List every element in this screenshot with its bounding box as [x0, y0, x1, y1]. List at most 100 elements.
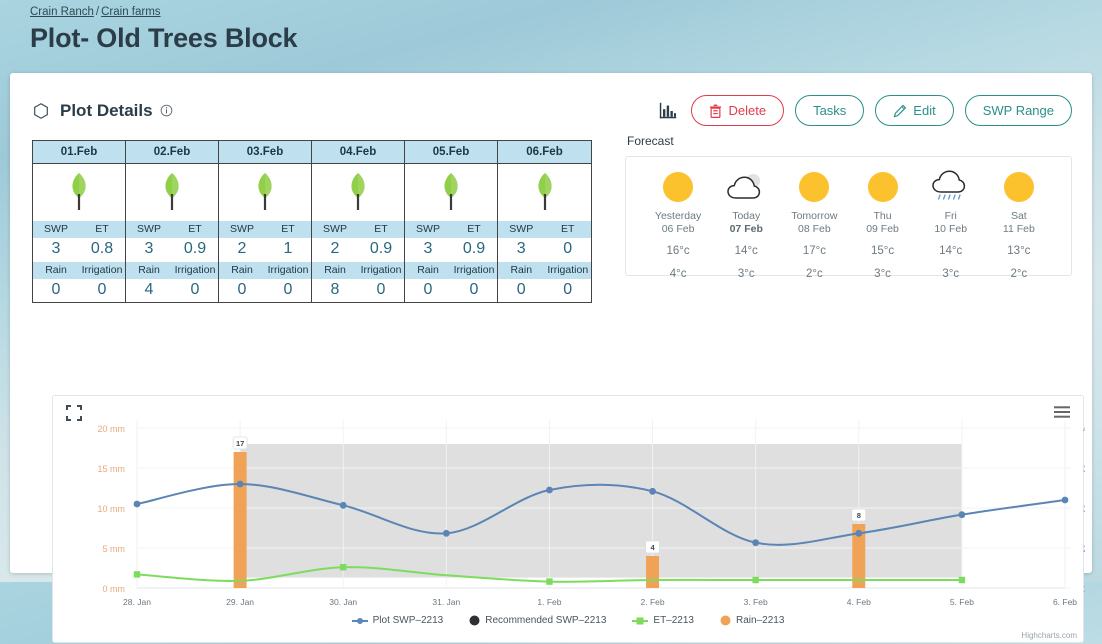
- daily-date: 01.Feb: [33, 141, 125, 164]
- chart-series-et-point: [752, 576, 759, 584]
- swp-range-button-label: SWP Range: [982, 103, 1054, 118]
- irrigation-label: Irrigation: [81, 264, 123, 276]
- et-label: ET: [374, 223, 388, 235]
- rain-irrigation-labels: Rain Irrigation: [219, 261, 311, 279]
- chart-ytick-right: 3 bar: [1083, 504, 1085, 514]
- daily-column: 06.Feb SWP ET 3 0 Rain Irrigation 0 0: [498, 141, 591, 302]
- et-value: 0.9: [183, 240, 207, 257]
- chart-ytick-left: 15 mm: [97, 464, 125, 474]
- card-header: Plot Details Delete Tasks Edit SWP Range: [10, 73, 1092, 126]
- legend-item[interactable]: Rain–2213: [720, 615, 784, 626]
- card-title: Plot Details: [60, 100, 153, 120]
- forecast-day-name: Tomorrow 08 Feb: [783, 210, 845, 236]
- chart-xtick: 30. Jan: [329, 597, 357, 607]
- breadcrumb: Crain Ranch / Crain farms: [30, 6, 1102, 18]
- forecast-low-temp: 3°c: [737, 268, 755, 281]
- forecast-low-temp: 4°c: [669, 268, 687, 281]
- et-label: ET: [561, 223, 575, 235]
- page-header: Crain Ranch / Crain farms Plot- Old Trees …: [0, 0, 1102, 56]
- tree-health-icon: [33, 164, 125, 220]
- swp-label: SWP: [137, 223, 161, 235]
- chart-series-swp-point: [339, 501, 347, 509]
- rain-icon: [931, 170, 965, 200]
- swp-et-values: 3 0.9: [126, 238, 218, 261]
- et-label: ET: [95, 223, 109, 235]
- legend-item-label: Plot SWP–2213: [372, 615, 444, 626]
- breadcrumb-item-farms[interactable]: Crain farms: [101, 6, 160, 18]
- legend-item-label: ET–2213: [653, 615, 694, 626]
- forecast-weather-icon: [647, 169, 709, 205]
- irrigation-label: Irrigation: [360, 264, 402, 276]
- chart-plot-area: 0 mm 5 mm 10 mm 15 mm 20 mm 1.8 bar 2.4 bar 3 b…: [97, 420, 1085, 607]
- rain-value: 0: [516, 281, 526, 298]
- irrigation-value: 0: [563, 281, 573, 298]
- daily-column: 01.Feb SWP ET 3 0.8 Rain Irrigation 0 0: [33, 141, 126, 302]
- rain-irrigation-labels: Rain Irrigation: [126, 261, 218, 279]
- legend-item[interactable]: ET–2213: [632, 615, 694, 626]
- et-value: 0: [563, 240, 573, 257]
- legend-item-label: Recommended SWP–2213: [485, 615, 607, 626]
- chart-ytick-left: 0 mm: [103, 584, 126, 594]
- rain-value: 0: [237, 281, 247, 298]
- forecast-weather-icon: [715, 169, 777, 205]
- forecast-high-temp: 16°c: [666, 245, 690, 258]
- bar-chart-icon[interactable]: [658, 101, 678, 121]
- edit-button[interactable]: Edit: [875, 95, 954, 126]
- chart-series-swp-point: [442, 529, 450, 537]
- swp-et-values: 3 0.9: [405, 238, 497, 261]
- legend-item[interactable]: Recommended SWP–2213: [469, 615, 606, 626]
- rain-value: 4: [144, 281, 154, 298]
- daily-date: 04.Feb: [312, 141, 404, 164]
- swp-et-labels: SWP ET: [405, 220, 497, 238]
- summary-row: 01.Feb SWP ET 3 0.8 Rain Irrigation 0 0 …: [10, 126, 1092, 303]
- forecast-title: Forecast: [627, 134, 674, 148]
- daily-column: 04.Feb SWP ET 2 0.9 Rain Irrigation 8 0: [312, 141, 405, 302]
- info-icon[interactable]: [160, 104, 173, 117]
- swp-label: SWP: [230, 223, 254, 235]
- legend-item[interactable]: Plot SWP–2213: [351, 615, 444, 626]
- swp-et-labels: SWP ET: [33, 220, 125, 238]
- swp-et-values: 3 0: [498, 238, 591, 261]
- edit-button-label: Edit: [913, 103, 936, 118]
- tree-health-icon: [498, 164, 591, 220]
- forecast-day: Yesterday 06 Feb 16°c 4°c: [647, 169, 709, 280]
- tree-health-icon: [312, 164, 404, 220]
- forecast-high-temp: 15°c: [870, 245, 895, 258]
- swp-range-button[interactable]: SWP Range: [964, 95, 1072, 126]
- rain-label: Rain: [138, 264, 160, 276]
- rain-irrigation-labels: Rain Irrigation: [498, 261, 591, 279]
- forecast-section: Forecast Yesterday 06 Feb 16°c 4°c Today 0…: [625, 134, 1072, 303]
- legend-symbol-circle: [720, 615, 731, 626]
- rain-label: Rain: [417, 264, 439, 276]
- chart-series-et-point: [133, 571, 141, 578]
- swp-value: 3: [423, 240, 433, 257]
- forecast-day-date: 07 Feb: [729, 223, 763, 236]
- forecast-day: Thu 09 Feb 15°c 3°c: [852, 169, 914, 280]
- forecast-day-name: Sat 11 Feb: [988, 210, 1050, 236]
- swp-et-values: 3 0.8: [33, 238, 125, 261]
- pencil-icon: [894, 104, 907, 117]
- chart-xtick: 4. Feb: [847, 597, 871, 607]
- chart-series-swp-point: [546, 486, 553, 494]
- forecast-weather-icon: [920, 169, 982, 205]
- rain-irrigation-values: 0 0: [405, 279, 497, 302]
- daily-date: 03.Feb: [219, 141, 311, 164]
- tasks-button[interactable]: Tasks: [795, 95, 865, 126]
- sun-icon: [799, 172, 830, 202]
- swp-et-labels: SWP ET: [219, 220, 311, 238]
- forecast-day: Sat 11 Feb 13°c 2°c: [988, 169, 1050, 280]
- forecast-day: Tomorrow 08 Feb 17°c 2°c: [783, 169, 845, 280]
- chart-xtick: 1. Feb: [537, 597, 561, 607]
- swp-et-values: 2 0.9: [312, 238, 404, 261]
- delete-button[interactable]: Delete: [691, 95, 785, 126]
- et-label: ET: [281, 223, 295, 235]
- irrigation-label: Irrigation: [174, 264, 216, 276]
- forecast-panel: Yesterday 06 Feb 16°c 4°c Today 07 Feb 14°…: [625, 156, 1072, 280]
- trash-icon: [710, 104, 722, 118]
- chart-ytick-left: 5 mm: [103, 544, 126, 554]
- breadcrumb-item-ranch[interactable]: Crain Ranch: [30, 6, 94, 18]
- forecast-day-name: Fri 10 Feb: [920, 210, 982, 236]
- forecast-day: Fri 10 Feb 14°c 3°c: [920, 169, 982, 280]
- swp-value: 3: [144, 240, 154, 257]
- chart-series-swp-point: [1061, 496, 1069, 504]
